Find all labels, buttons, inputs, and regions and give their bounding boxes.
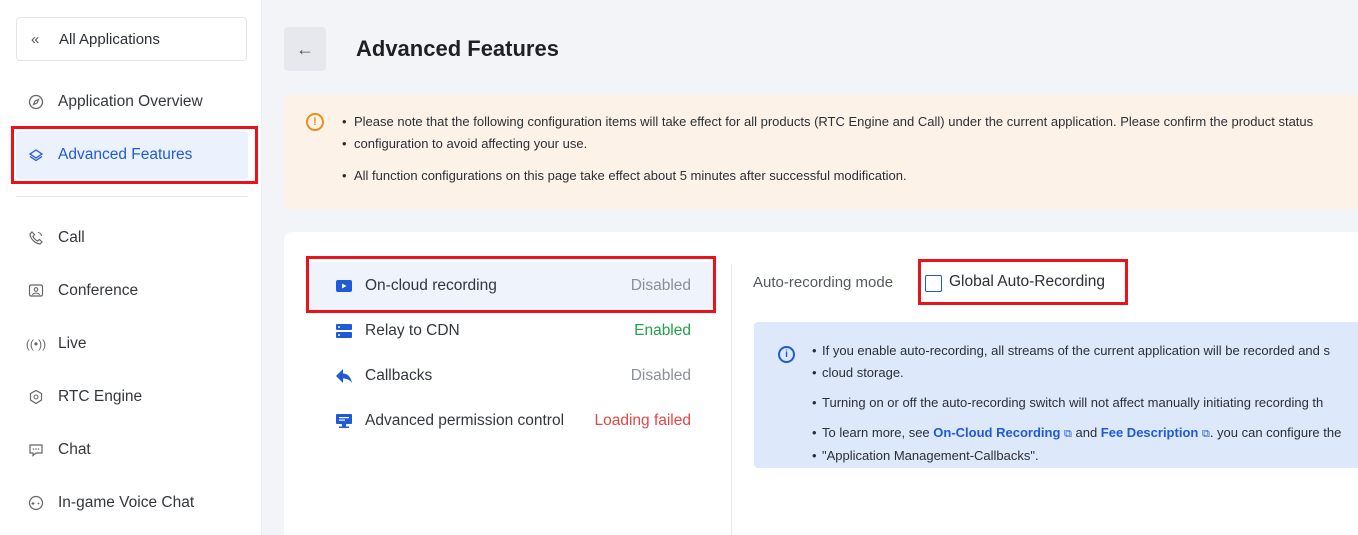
monitor-icon: [336, 414, 352, 428]
info-item-continued: "Application Management-Callbacks".: [812, 445, 1358, 467]
feature-label: On-cloud recording: [365, 277, 497, 294]
notice-item: Please note that the following configura…: [342, 111, 1358, 133]
on-cloud-recording-link[interactable]: On-Cloud Recording: [933, 425, 1060, 440]
sidebar-item-chat[interactable]: Chat: [16, 426, 248, 474]
info-item: If you enable auto-recording, all stream…: [812, 340, 1358, 362]
sidebar-item-label: Live: [58, 335, 87, 352]
info-item: To learn more, see On-Cloud Recording ⧉ …: [812, 422, 1358, 445]
video-icon: [336, 280, 352, 292]
feature-status: Disabled: [630, 367, 691, 384]
sidebar-item-application-overview[interactable]: Application Overview: [16, 78, 248, 126]
sidebar-item-live[interactable]: ((•)) Live: [16, 320, 248, 368]
fee-description-link[interactable]: Fee Description: [1101, 425, 1199, 440]
double-chevron-left-icon: «: [31, 30, 40, 48]
auto-recording-mode-label: Auto-recording mode: [753, 274, 894, 291]
sidebar-item-call[interactable]: Call: [16, 214, 248, 262]
info-list: If you enable auto-recording, all stream…: [812, 340, 1358, 467]
broadcast-icon: ((•)): [25, 337, 47, 351]
notice-list: Please note that the following configura…: [342, 111, 1358, 187]
sidebar-item-in-game-voice-chat[interactable]: In-game Voice Chat: [16, 479, 248, 527]
feature-item-advanced-permission-control[interactable]: Advanced permission control Loading fail…: [309, 397, 715, 445]
warning-icon: !: [306, 113, 324, 131]
recording-info-box: i If you enable auto-recording, all stre…: [754, 322, 1358, 468]
info-icon: i: [778, 346, 795, 363]
page-title: Advanced Features: [356, 36, 559, 61]
sidebar-item-label: In-game Voice Chat: [58, 494, 195, 511]
arrow-left-icon: ←: [296, 38, 314, 59]
external-link-icon: ⧉: [1201, 428, 1210, 440]
sidebar-item-label: Chat: [58, 441, 91, 458]
feature-label: Callbacks: [365, 367, 433, 384]
feature-status: Loading failed: [594, 412, 691, 429]
feature-item-relay-to-cdn[interactable]: Relay to CDN Enabled: [309, 307, 715, 355]
engine-icon: [26, 387, 46, 407]
sidebar-item-label: Application Overview: [58, 93, 203, 110]
layers-icon: [26, 145, 46, 165]
chat-icon: [26, 440, 46, 460]
back-button[interactable]: ←: [284, 27, 326, 71]
external-link-icon: ⧉: [1064, 428, 1072, 440]
notice-item-continued: configuration to avoid affecting your us…: [342, 133, 1358, 155]
feature-status: Disabled: [630, 277, 691, 294]
global-auto-recording-checkbox[interactable]: [925, 275, 942, 292]
compass-icon: [26, 92, 46, 112]
sidebar-item-conference[interactable]: Conference: [16, 267, 248, 315]
feature-item-callbacks[interactable]: Callbacks Disabled: [309, 352, 715, 400]
feature-label: Relay to CDN: [365, 322, 460, 339]
sidebar-item-label: RTC Engine: [58, 388, 143, 405]
notice-item: All function configurations on this page…: [342, 165, 1358, 187]
reply-icon: [336, 369, 352, 383]
phone-icon: [26, 228, 46, 248]
sidebar-item-label: Call: [58, 229, 85, 246]
column-divider: [731, 264, 732, 535]
server-icon: [336, 324, 352, 338]
sidebar-item-label: Advanced Features: [58, 146, 193, 163]
feature-label: Advanced permission control: [365, 412, 565, 429]
gamepad-icon: [26, 493, 46, 513]
sidebar-item-label: Conference: [58, 282, 139, 299]
all-applications-button[interactable]: « All Applications: [16, 17, 247, 61]
all-applications-label: All Applications: [59, 30, 160, 48]
notice-banner: ! Please note that the following configu…: [284, 95, 1358, 209]
sidebar-item-rtc-engine[interactable]: RTC Engine: [16, 373, 248, 421]
sidebar: « All Applications Application Overview …: [0, 0, 262, 535]
sidebar-divider: [16, 196, 248, 197]
conference-icon: [26, 281, 46, 301]
info-item: Turning on or off the auto-recording swi…: [812, 392, 1358, 414]
feature-item-on-cloud-recording[interactable]: On-cloud recording Disabled: [309, 262, 715, 310]
sidebar-item-advanced-features[interactable]: Advanced Features: [16, 131, 248, 179]
info-item-continued: cloud storage.: [812, 362, 1358, 384]
global-auto-recording-label[interactable]: Global Auto-Recording: [949, 273, 1105, 291]
feature-status: Enabled: [634, 322, 691, 339]
